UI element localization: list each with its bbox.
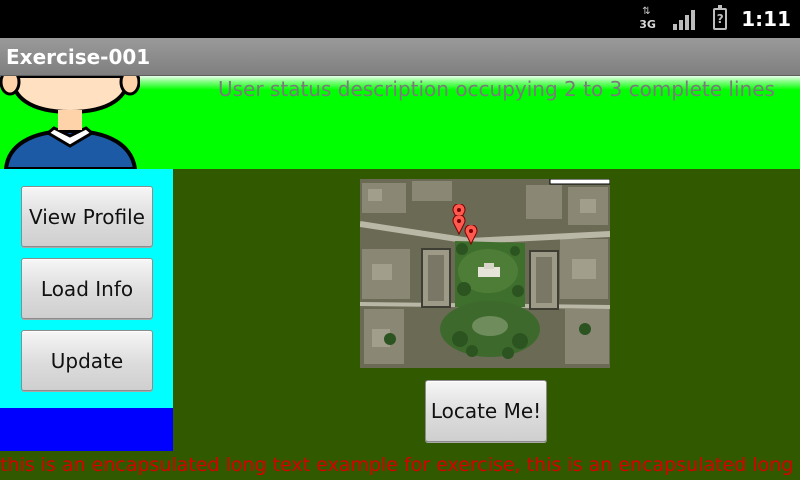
battery-unknown-icon: ? — [713, 5, 728, 30]
user-status-text: User status description occupying 2 to 3… — [218, 77, 775, 101]
locate-me-button[interactable]: Locate Me! — [425, 380, 547, 442]
footer-text-strip: this is an encapsulated long text exampl… — [0, 451, 800, 480]
app-title: Exercise-001 — [6, 45, 151, 69]
view-profile-button[interactable]: View Profile — [21, 186, 153, 247]
update-button[interactable]: Update — [21, 330, 153, 391]
status-clock: 1:11 — [741, 7, 791, 31]
long-text-label: this is an encapsulated long text exampl… — [0, 454, 800, 476]
data-activity-icon: ⇅ 3G — [639, 6, 656, 31]
status-bar: ⇅ 3G ? 1:11 — [0, 0, 800, 38]
map-pin-icon[interactable] — [464, 225, 478, 245]
title-bar: Exercise-001 — [0, 38, 800, 76]
user-avatar-icon[interactable] — [0, 76, 140, 169]
satellite-map[interactable] — [360, 179, 610, 368]
sidebar-footer — [0, 408, 173, 451]
signal-strength-icon — [673, 8, 697, 30]
status-icons: ⇅ 3G ? 1:11 — [639, 0, 800, 38]
network-type-label: 3G — [639, 18, 656, 31]
load-info-button[interactable]: Load Info — [21, 258, 153, 319]
